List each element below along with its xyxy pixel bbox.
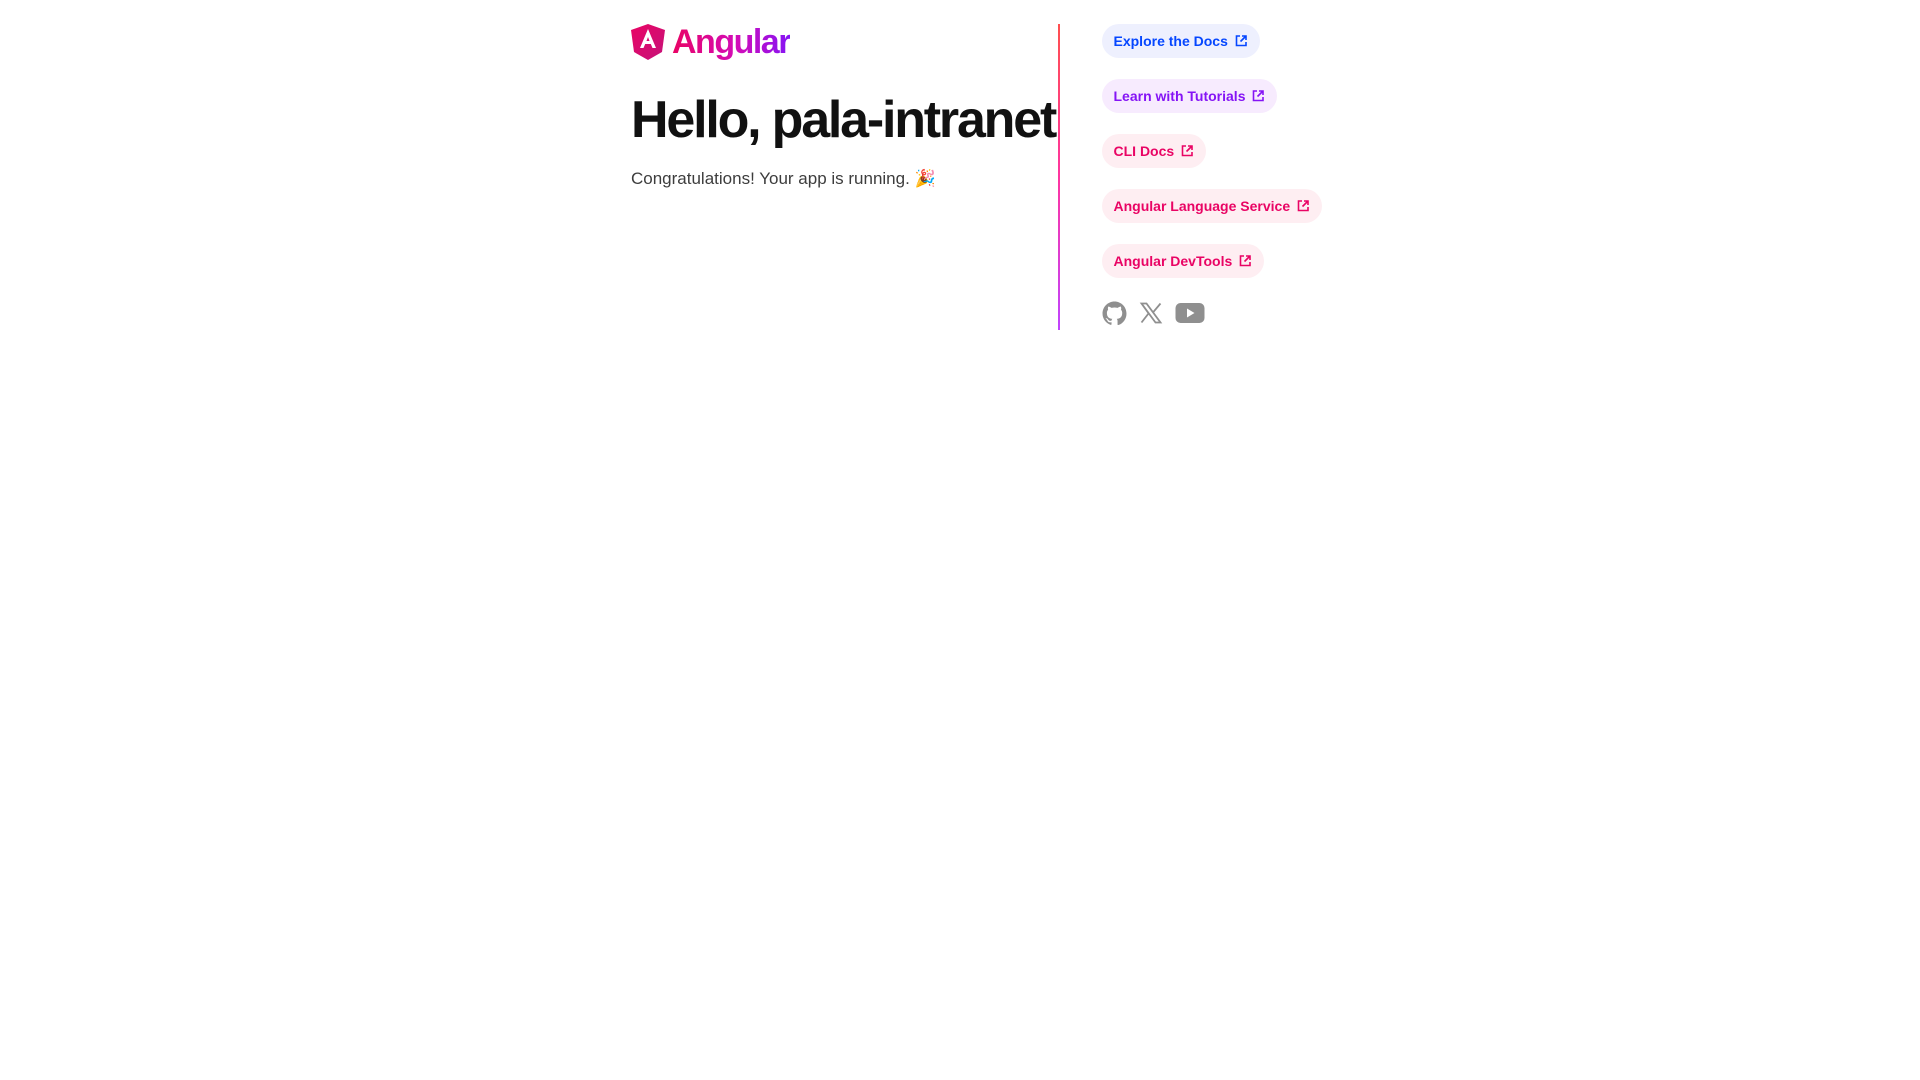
subtitle: Congratulations! Your app is running. 🎉 <box>631 169 936 188</box>
link-label: Angular Language Service <box>1113 198 1291 214</box>
language-service-link[interactable]: Angular Language Service <box>1101 189 1323 223</box>
devtools-link[interactable]: Angular DevTools <box>1101 244 1265 278</box>
logo-text: Angular <box>672 23 791 61</box>
link-label: Explore the Docs <box>1113 33 1228 49</box>
external-link-icon <box>1239 255 1252 267</box>
youtube-link[interactable] <box>1175 301 1205 325</box>
content: Angular Hello, pala-intranet Congratulat… <box>631 24 1323 330</box>
angular-logo-icon <box>631 24 665 60</box>
page: Angular Hello, pala-intranet Congratulat… <box>0 0 1920 1080</box>
link-label: Angular DevTools <box>1113 253 1233 269</box>
x-twitter-icon <box>1139 302 1162 324</box>
page-title: Hello, pala-intranet <box>631 91 1057 149</box>
link-label: CLI Docs <box>1113 143 1175 159</box>
angular-logo[interactable]: Angular <box>631 24 1058 60</box>
github-link[interactable] <box>1102 301 1127 326</box>
social-links <box>1102 299 1217 327</box>
learn-tutorials-link[interactable]: Learn with Tutorials <box>1101 79 1278 113</box>
right-side: Explore the Docs Learn with Tutorials CL… <box>1101 24 1323 330</box>
divider <box>1058 24 1060 330</box>
explore-docs-link[interactable]: Explore the Docs <box>1101 24 1260 58</box>
external-link-icon <box>1253 90 1265 102</box>
cli-docs-link[interactable]: CLI Docs <box>1101 134 1207 168</box>
link-label: Learn with Tutorials <box>1113 88 1246 104</box>
external-link-icon <box>1181 145 1193 157</box>
youtube-icon <box>1175 303 1204 323</box>
x-twitter-link[interactable] <box>1139 301 1163 325</box>
left-side: Angular Hello, pala-intranet Congratulat… <box>631 24 1058 330</box>
external-link-icon <box>1297 200 1309 212</box>
github-icon <box>1102 301 1126 325</box>
external-link-icon <box>1235 35 1247 47</box>
